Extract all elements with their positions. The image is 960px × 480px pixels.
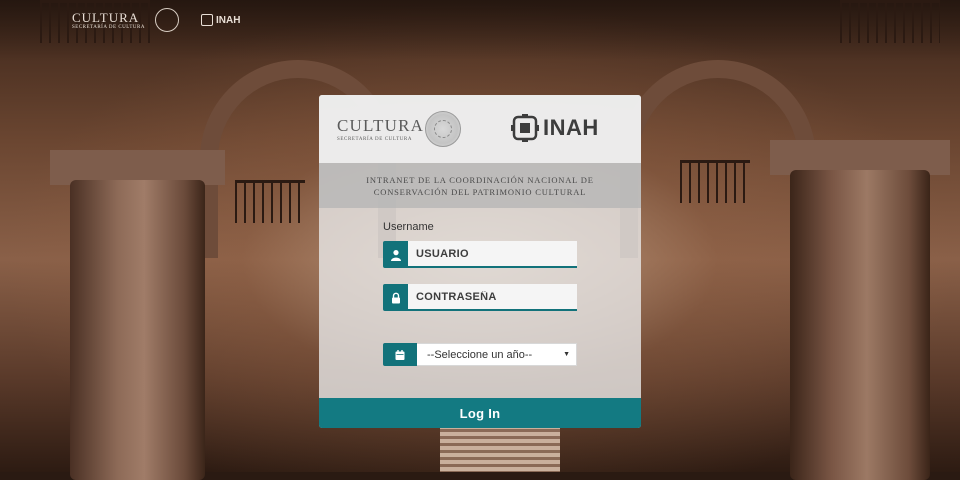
header-cultura-logo: CULTURA SECRETARÍA DE CULTURA: [72, 11, 145, 30]
lock-icon: [383, 284, 408, 311]
cultura-logo-text: CULTURA: [337, 116, 425, 135]
header-inah-text: INAH: [215, 14, 241, 26]
header-inah-logo: INAH: [200, 14, 241, 26]
login-panel: CULTURA SECRETARÍA DE CULTURA INAH INTRA…: [319, 95, 641, 428]
cultura-logo-subtext: SECRETARÍA DE CULTURA: [337, 137, 413, 142]
balcony-railing: [680, 160, 750, 203]
inah-glyph-icon: [200, 14, 213, 26]
header-cultura-text: CULTURA: [72, 9, 140, 25]
username-input[interactable]: [408, 241, 577, 268]
seal-icon: [425, 111, 461, 147]
password-row: [383, 284, 577, 311]
header-cultura-subtext: SECRETARÍA DE CULTURA: [72, 24, 145, 30]
year-row: --Seleccione un año-- ▼: [383, 343, 577, 366]
stone-pillar: [70, 180, 205, 480]
balcony-railing: [235, 180, 305, 223]
user-icon: [383, 241, 408, 268]
inah-logo-text: INAH: [543, 115, 599, 140]
intranet-title: INTRANET DE LA COORDINACIÓN NACIONAL DE …: [366, 174, 594, 197]
calendar-icon: [383, 343, 417, 366]
title-band: INTRANET DE LA COORDINACIÓN NACIONAL DE …: [319, 163, 641, 208]
year-select[interactable]: --Seleccione un año-- ▼: [417, 343, 577, 366]
inah-glyph-icon: [511, 114, 539, 142]
caret-down-icon: ▼: [563, 351, 570, 358]
cultura-logo: CULTURA SECRETARÍA DE CULTURA: [337, 117, 424, 142]
password-input[interactable]: [408, 284, 577, 311]
username-row: [383, 241, 577, 268]
login-button[interactable]: Log In: [319, 398, 641, 428]
header-logos: CULTURA SECRETARÍA DE CULTURA INAH: [72, 8, 240, 32]
username-label: Username: [383, 221, 434, 233]
seal-icon: [154, 8, 179, 32]
logo-row: CULTURA SECRETARÍA DE CULTURA INAH: [319, 95, 641, 163]
stone-pillar: [790, 170, 930, 480]
inah-logo: INAH: [511, 114, 599, 142]
staircase: [440, 425, 560, 472]
year-select-value: --Seleccione un año--: [427, 348, 533, 361]
balcony-railing: [840, 0, 940, 43]
